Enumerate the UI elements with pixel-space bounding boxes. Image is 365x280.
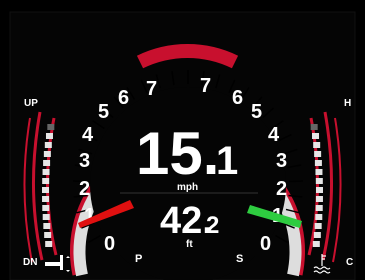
right-label-0: 0 (260, 233, 271, 255)
bar-segment (43, 160, 51, 166)
bar-segment (45, 133, 53, 139)
bar-segment (42, 205, 50, 211)
bar-segment (315, 214, 323, 220)
bar-segment (44, 232, 52, 238)
bar-segment (47, 124, 55, 130)
bar-segment (314, 151, 322, 157)
left-label-7: 7 (146, 78, 157, 100)
bar-segment (313, 232, 321, 238)
bar-segment (312, 133, 320, 139)
left-label-0: 0 (104, 233, 115, 255)
bar-segment (312, 241, 320, 247)
speed-unit: mph (177, 182, 198, 193)
trim-up-label: UP (24, 98, 38, 109)
temp-hot-label: H (344, 98, 351, 109)
bar-segment (43, 223, 51, 229)
gauge-screen: 7 6 5 4 3 2 1 0 P 7 6 5 4 3 2 1 0 S 15. … (0, 0, 365, 280)
bar-segment (44, 142, 52, 148)
speed-value-dec: 1 (216, 139, 238, 183)
right-label-7: 7 (200, 75, 211, 97)
bar-segment (315, 178, 323, 184)
trim-down-label: DN (23, 257, 37, 268)
bar-segment (315, 187, 323, 193)
right-label-2: 2 (276, 178, 287, 200)
bar-segment (314, 160, 322, 166)
bar-segment (45, 241, 53, 247)
bar-segment (314, 223, 322, 229)
bar-segment (42, 178, 50, 184)
bar-segment (315, 169, 323, 175)
bar-segment (42, 214, 50, 220)
right-label-6: 6 (232, 87, 243, 109)
temp-cold-label: C (346, 257, 353, 268)
left-label-3: 3 (79, 150, 90, 172)
stbd-label: S (236, 253, 243, 265)
bar-segment (42, 169, 50, 175)
bar-segment (310, 124, 318, 130)
left-label-6: 6 (118, 87, 129, 109)
bar-segment (313, 142, 321, 148)
gauge-svg: 7 6 5 4 3 2 1 0 P 7 6 5 4 3 2 1 0 S 15. … (0, 0, 365, 280)
left-label-5: 5 (98, 101, 109, 123)
bar-segment (42, 187, 50, 193)
depth-value-dec: 2 (206, 212, 219, 239)
bar-segment (43, 151, 51, 157)
bar-segment (42, 196, 50, 202)
port-label: P (135, 253, 142, 265)
right-label-4: 4 (268, 124, 280, 146)
speed-value-int: 15. (136, 120, 219, 187)
bar-segment (315, 205, 323, 211)
right-label-3: 3 (276, 150, 287, 172)
right-label-5: 5 (251, 101, 262, 123)
depth-value-int: 42. (160, 200, 213, 242)
left-label-4: 4 (82, 124, 94, 146)
left-label-2: 2 (79, 178, 90, 200)
depth-unit: ft (186, 239, 193, 250)
bar-segment (315, 196, 323, 202)
